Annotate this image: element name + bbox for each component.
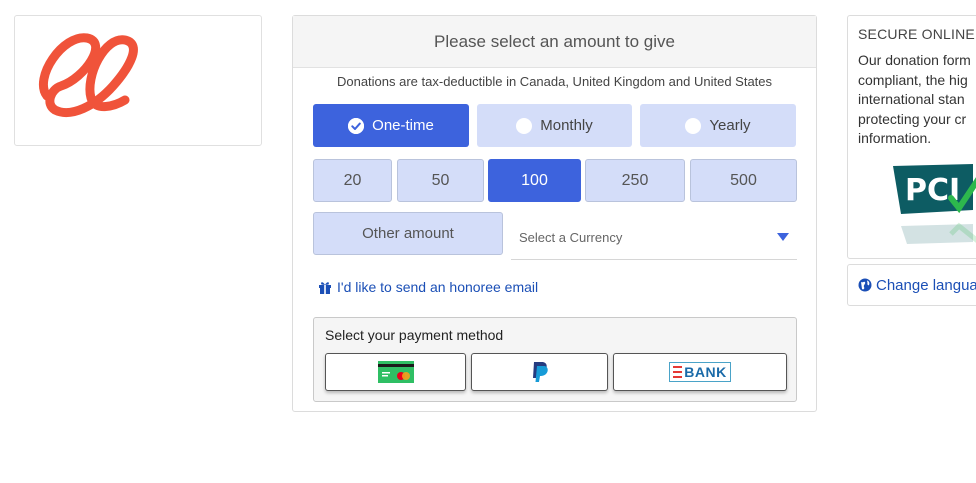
payment-method-section: Select your payment method BANK	[313, 317, 797, 402]
radio-unchecked-icon	[685, 117, 702, 134]
other-amount-button[interactable]: Other amount	[313, 212, 503, 255]
secure-line: protecting your cr	[858, 110, 967, 127]
amount-50-button[interactable]: 50	[397, 159, 484, 202]
frequency-label: Yearly	[709, 117, 751, 134]
frequency-yearly-button[interactable]: Yearly	[640, 104, 796, 147]
donation-panel: Please select an amount to give Donation…	[292, 15, 817, 412]
logo-container	[14, 15, 262, 146]
honoree-label: I'd like to send an honoree email	[337, 279, 539, 295]
amount-100-button[interactable]: 100	[488, 159, 581, 202]
secure-info-panel: SECURE ONLINE Our donation form complian…	[847, 15, 976, 259]
secure-line: compliant, the hig	[858, 71, 968, 88]
panel-title: Please select an amount to give	[293, 16, 816, 68]
caret-down-icon	[777, 233, 789, 241]
credit-card-icon	[377, 361, 414, 383]
frequency-label: One-time	[372, 117, 434, 134]
amount-500-button[interactable]: 500	[690, 159, 797, 202]
pay-bank-button[interactable]: BANK	[613, 353, 787, 391]
amount-250-button[interactable]: 250	[585, 159, 685, 202]
brand-logo	[38, 33, 138, 117]
bank-icon: BANK	[669, 362, 731, 382]
paypal-icon	[532, 362, 548, 382]
secure-line: Our donation form	[858, 52, 971, 68]
secure-description: Our donation form compliant, the hig int…	[858, 51, 976, 149]
secure-line: international stan	[858, 91, 965, 107]
frequency-label: Monthly	[540, 117, 593, 134]
currency-placeholder: Select a Currency	[519, 230, 623, 245]
tax-deductible-note: Donations are tax-deductible in Canada, …	[336, 74, 773, 89]
secure-title: SECURE ONLINE	[858, 26, 975, 42]
payment-title: Select your payment method	[325, 327, 504, 343]
gift-icon	[319, 282, 331, 294]
language-label: Change langua	[876, 276, 976, 294]
honoree-email-link[interactable]: I'd like to send an honoree email	[318, 279, 538, 295]
secure-line: information.	[858, 130, 932, 146]
bank-label: BANK	[684, 364, 727, 380]
frequency-one-time-button[interactable]: One-time	[313, 104, 469, 147]
radio-unchecked-icon	[516, 117, 533, 134]
pay-paypal-button[interactable]	[471, 353, 608, 391]
frequency-monthly-button[interactable]: Monthly	[477, 104, 632, 147]
currency-select[interactable]: Select a Currency	[511, 216, 797, 260]
amount-20-button[interactable]: 20	[313, 159, 392, 202]
pay-card-button[interactable]	[325, 353, 466, 391]
change-language-button[interactable]: Change langua	[847, 264, 976, 306]
globe-icon	[858, 278, 872, 292]
pci-compliance-badge: PCI	[893, 164, 976, 244]
check-circle-icon	[348, 117, 365, 134]
